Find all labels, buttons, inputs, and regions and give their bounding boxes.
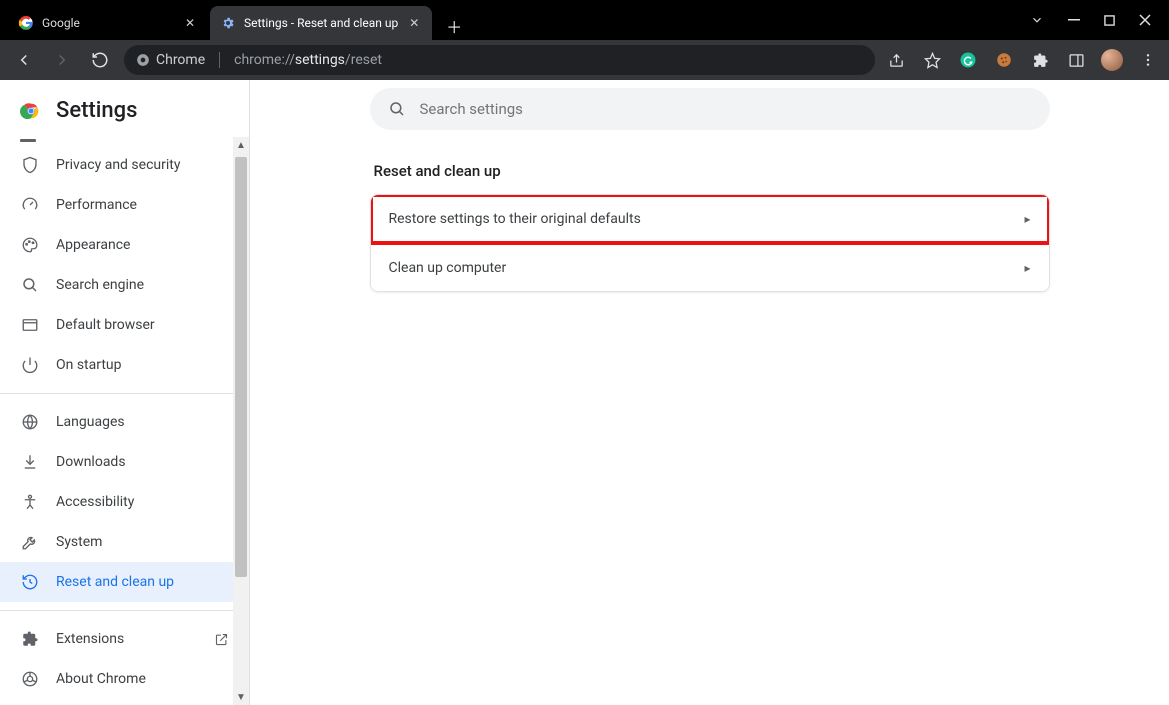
forward-button[interactable] (48, 46, 76, 74)
label: About Chrome (56, 671, 146, 687)
maximize-icon[interactable] (1104, 15, 1115, 26)
sidebar-item-search-engine[interactable]: Search engine (0, 265, 249, 305)
sidebar-scrollbar[interactable]: ▲ ▼ (233, 137, 249, 705)
bookmark-star-icon[interactable] (921, 49, 943, 71)
tab-settings[interactable]: Settings - Reset and clean up ✕ (210, 6, 432, 40)
settings-search[interactable] (370, 88, 1050, 130)
label: Downloads (56, 454, 126, 470)
chrome-chip-label: Chrome (156, 52, 205, 68)
browser-window-icon (20, 316, 40, 334)
close-window-icon[interactable] (1139, 14, 1151, 26)
address-bar[interactable]: Chrome chrome://settings/reset (124, 45, 875, 75)
scroll-down-icon[interactable]: ▼ (233, 689, 249, 705)
extension-cookie-icon[interactable] (993, 49, 1015, 71)
window-controls (1030, 0, 1169, 40)
history-reset-icon (20, 573, 40, 591)
clean-up-computer-row[interactable]: Clean up computer ▸ (371, 243, 1049, 291)
sidebar-item-system[interactable]: System (0, 522, 249, 562)
share-icon[interactable] (885, 49, 907, 71)
chevron-down-icon[interactable] (1030, 13, 1044, 27)
section-title: Reset and clean up (374, 162, 1050, 180)
label: Default browser (56, 317, 155, 333)
reset-panel: Restore settings to their original defau… (370, 194, 1050, 292)
sidebar-item-performance[interactable]: Performance (0, 185, 249, 225)
chrome-addr-icon (136, 53, 150, 67)
external-link-icon (214, 632, 229, 647)
search-input[interactable] (420, 100, 1032, 118)
globe-icon (20, 413, 40, 431)
search-icon (20, 276, 40, 294)
sidebar-item-startup[interactable]: On startup (0, 345, 249, 385)
restore-settings-row[interactable]: Restore settings to their original defau… (371, 195, 1049, 243)
extensions-puzzle-icon[interactable] (1029, 49, 1051, 71)
extension-grammarly-icon[interactable] (957, 49, 979, 71)
sidebar-item-reset[interactable]: Reset and clean up (0, 562, 249, 602)
power-icon (20, 356, 40, 374)
chrome-logo-icon (20, 100, 42, 122)
window-titlebar: Google ✕ Settings - Reset and clean up ✕… (0, 0, 1169, 40)
url-text: chrome://settings/reset (234, 52, 382, 68)
close-tab-icon[interactable]: ✕ (182, 15, 198, 31)
label: Accessibility (56, 494, 134, 510)
tab-strip: Google ✕ Settings - Reset and clean up ✕… (0, 0, 468, 40)
addr-divider (219, 52, 220, 68)
scroll-up-icon[interactable]: ▲ (233, 137, 249, 153)
sidebar-item-accessibility[interactable]: Accessibility (0, 482, 249, 522)
label: On startup (56, 357, 122, 373)
sidebar-item-default-browser[interactable]: Default browser (0, 305, 249, 345)
download-icon (20, 453, 40, 471)
tab-title: Google (42, 16, 174, 30)
puzzle-icon (20, 630, 40, 648)
sidebar-item-downloads[interactable]: Downloads (0, 442, 249, 482)
gear-icon (220, 15, 236, 31)
tab-title: Settings - Reset and clean up (244, 16, 398, 30)
shield-icon (20, 156, 40, 174)
settings-main: Reset and clean up Restore settings to t… (250, 80, 1169, 705)
minimize-icon[interactable] (1068, 14, 1080, 26)
sidebar-separator (0, 393, 249, 394)
label: Privacy and security (56, 157, 180, 173)
close-tab-icon[interactable]: ✕ (406, 15, 422, 31)
side-panel-icon[interactable] (1065, 49, 1087, 71)
profile-avatar[interactable] (1101, 49, 1123, 71)
label: Search engine (56, 277, 144, 293)
label: Reset and clean up (56, 574, 174, 590)
settings-sidebar: Settings Privacy and security Performanc… (0, 80, 250, 705)
chrome-outline-icon (20, 670, 40, 688)
palette-icon (20, 236, 40, 254)
google-favicon-icon (18, 15, 34, 31)
row-label: Clean up computer (389, 260, 507, 276)
tab-google[interactable]: Google ✕ (8, 6, 208, 40)
label: System (56, 534, 102, 550)
sidebar-item-extensions[interactable]: Extensions (0, 619, 249, 659)
back-button[interactable] (10, 46, 38, 74)
sidebar-item-privacy[interactable]: Privacy and security (0, 145, 249, 185)
sidebar-item-about[interactable]: About Chrome (0, 659, 249, 699)
wrench-icon (20, 533, 40, 551)
scrollbar-thumb[interactable] (235, 157, 247, 577)
sidebar-item-appearance[interactable]: Appearance (0, 225, 249, 265)
label: Appearance (56, 237, 130, 253)
search-icon (388, 100, 406, 118)
reload-button[interactable] (86, 46, 114, 74)
page-title: Settings (56, 98, 137, 123)
speedometer-icon (20, 196, 40, 214)
browser-toolbar: Chrome chrome://settings/reset (0, 40, 1169, 80)
label: Languages (56, 414, 125, 430)
chevron-right-icon: ▸ (1024, 212, 1030, 226)
new-tab-button[interactable]: ＋ (440, 12, 468, 40)
row-label: Restore settings to their original defau… (389, 211, 641, 227)
kebab-menu-icon[interactable] (1137, 49, 1159, 71)
sidebar-item-languages[interactable]: Languages (0, 402, 249, 442)
accessibility-icon (20, 493, 40, 511)
sidebar-separator (0, 610, 249, 611)
chevron-right-icon: ▸ (1024, 261, 1030, 275)
label: Performance (56, 197, 137, 213)
label: Extensions (56, 631, 124, 647)
